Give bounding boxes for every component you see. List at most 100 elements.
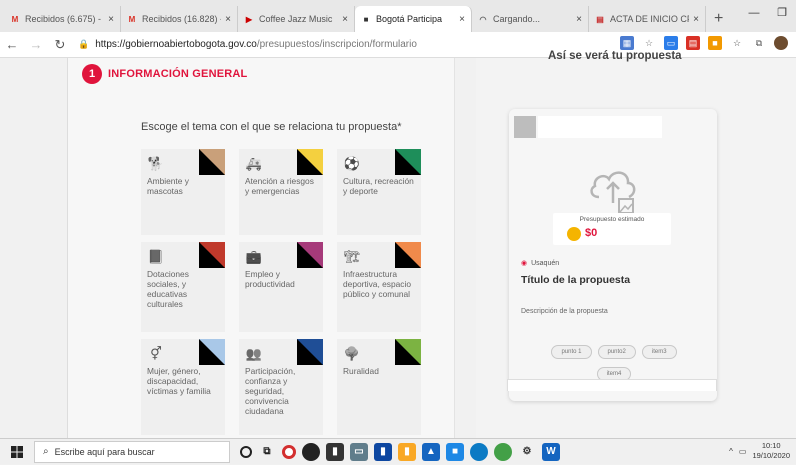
clock[interactable]: 10:10 19/10/2020 [752,441,790,461]
new-tab-button[interactable]: + [706,6,731,32]
topic-color-corner [199,339,225,365]
gender-icon: ⚥ [150,346,162,361]
close-tab-icon[interactable]: × [225,14,231,25]
taskbar-apps: ⧉ ▮ ▭ ▮ ▮ ▲ ■ ⚙ W [240,442,560,461]
soccer-ball-icon: ⚽ [343,156,361,171]
dog-icon: 🐕 [147,156,165,171]
location-pin-icon: ◉ [521,260,528,267]
budget-box: Presupuesto estimado $0 [553,213,671,245]
browser-tab[interactable]: ▤ ACTA DE INICIO CPS × [589,6,706,32]
taskbar-search[interactable]: ⌕ Escribe aquí para buscar [34,440,230,463]
search-icon: ⌕ [43,446,49,457]
chrome-icon[interactable] [302,442,320,461]
proposal-title: Título de la propuesta [521,274,631,286]
topic-label: Ruralidad [343,366,379,376]
topic-card[interactable]: 👥 Participación, confianza y seguridad, c… [239,339,323,435]
briefcase-icon: 💼 [245,249,263,264]
photos-icon[interactable]: ▲ [422,442,440,461]
proposal-description: Descripción de la propuesta [521,308,608,315]
collections-icon[interactable]: ⧉ [752,36,766,50]
pdf-extension-icon[interactable]: ▤ [686,36,700,50]
url-host: https://gobiernoabiertobogota.gov.co [95,39,257,50]
close-tab-icon[interactable]: × [108,14,114,25]
back-button[interactable]: ← [0,37,24,52]
topic-label: Cultura, recreación y deporte [343,176,414,196]
topic-color-corner [395,339,421,365]
topic-card[interactable]: 💼 Empleo y productividad [239,242,323,332]
grid-extension-icon[interactable]: ▦ [620,36,634,50]
topic-card[interactable]: ⚥ Mujer, género, discapacidad, víctimas y… [141,339,225,435]
url-path: /presupuestos/inscripcion/formulario [256,39,417,50]
store-icon[interactable]: ▮ [326,442,344,461]
close-tab-icon[interactable]: × [342,14,348,25]
reload-button[interactable]: ↻ [48,37,72,53]
close-tab-icon[interactable]: × [576,14,582,25]
tab-title: ACTA DE INICIO CPS [610,14,689,24]
tree-icon: 🌳 [343,346,361,361]
topic-color-corner [297,242,323,268]
tab-favicon-icon: ▤ [596,14,604,24]
topic-label: Empleo y productividad [245,269,295,289]
minimize-button[interactable]: — [740,0,768,26]
favorites-icon[interactable]: ☆ [730,36,744,50]
extensions-bar: ▦ ☆ ▭ ▤ ■ ☆ ⧉ [620,36,788,50]
tab-title: Cargando... [493,14,541,24]
topic-color-corner [395,242,421,268]
topic-color-corner [199,242,225,268]
topic-color-corner [297,339,323,365]
tag-list: punto 1 punto2 item3 item4 [539,345,689,381]
windows-start-button[interactable] [0,439,34,465]
topic-card[interactable]: 🌳 Ruralidad [337,339,421,435]
tab-title: Bogotá Participa [376,14,443,24]
topic-card[interactable]: 📕 Dotaciones sociales, y educativas cultu… [141,242,225,332]
restore-button[interactable]: ❐ [768,0,796,26]
opera-icon[interactable] [282,444,296,459]
browser-tab[interactable]: ■ Bogotá Participa × [355,6,472,32]
files-icon[interactable]: ▮ [398,442,416,461]
budget-label: Presupuesto estimado [579,216,645,223]
tab-favicon-icon: ▶ [245,14,253,24]
explorer-icon[interactable]: ▭ [350,442,368,461]
word-icon[interactable]: W [542,442,560,461]
close-tab-icon[interactable]: × [693,14,699,25]
topic-label: Dotaciones sociales, y educativas cultur… [147,269,189,309]
topic-card[interactable]: 🏗 Infraestructura deportiva, espacio públ… [337,242,421,332]
star-icon[interactable]: ☆ [642,36,656,50]
system-tray: ^ ▭ 10:10 19/10/2020 [729,441,790,461]
forward-button[interactable]: → [24,37,48,52]
close-tab-icon[interactable]: × [459,14,465,25]
url-field[interactable]: 🔒 https://gobiernoabiertobogota.gov.co/p… [78,39,417,50]
topic-card[interactable]: 🐕 Ambiente y mascotas [141,149,225,235]
browser-tab[interactable]: ▶ Coffee Jazz Music × [238,6,355,32]
coin-icon [567,227,581,241]
chrome-alt-icon[interactable] [494,442,512,461]
topic-card[interactable]: ⚽ Cultura, recreación y deporte [337,149,421,235]
window-controls: — ❐ [740,0,796,26]
edge-icon[interactable] [470,442,488,461]
location-label: Usaquén [531,260,560,267]
profile-avatar[interactable] [774,36,788,50]
app-blue-icon[interactable]: ■ [446,442,464,461]
task-view-icon[interactable]: ⧉ [258,443,276,461]
tab-title: Recibidos (6.675) - lip... [25,14,104,24]
location: ◉ Usaquén [521,259,559,267]
translate-extension-icon[interactable]: ▭ [664,36,678,50]
book-icon: 📕 [147,249,165,264]
cortana-icon[interactable] [240,445,252,458]
terminal-icon[interactable]: ▮ [374,442,392,461]
topic-question: Escoge el tema con el que se relaciona t… [141,121,402,133]
browser-tab[interactable]: M Recibidos (16.828) - rll... × [121,6,238,32]
chevron-up-icon[interactable]: ^ [729,447,733,456]
lock-icon: 🔒 [78,39,90,49]
browser-tab[interactable]: M Recibidos (6.675) - lip... × [4,6,121,32]
browser-tab[interactable]: ◠ Cargando... × [472,6,589,32]
topic-card[interactable]: 🚑 Atención a riesgos y emergencias [239,149,323,235]
network-icon[interactable]: ▭ [739,447,747,456]
settings-icon[interactable]: ⚙ [518,443,536,461]
preview-heading: Así se verá tu propuesta [548,50,682,62]
step-title: INFORMACIÓN GENERAL [108,68,248,80]
topic-color-corner [395,149,421,175]
orange-extension-icon[interactable]: ■ [708,36,722,50]
next-section-field[interactable] [507,379,717,391]
topic-label: Participación, confianza y seguridad, co… [245,366,296,416]
